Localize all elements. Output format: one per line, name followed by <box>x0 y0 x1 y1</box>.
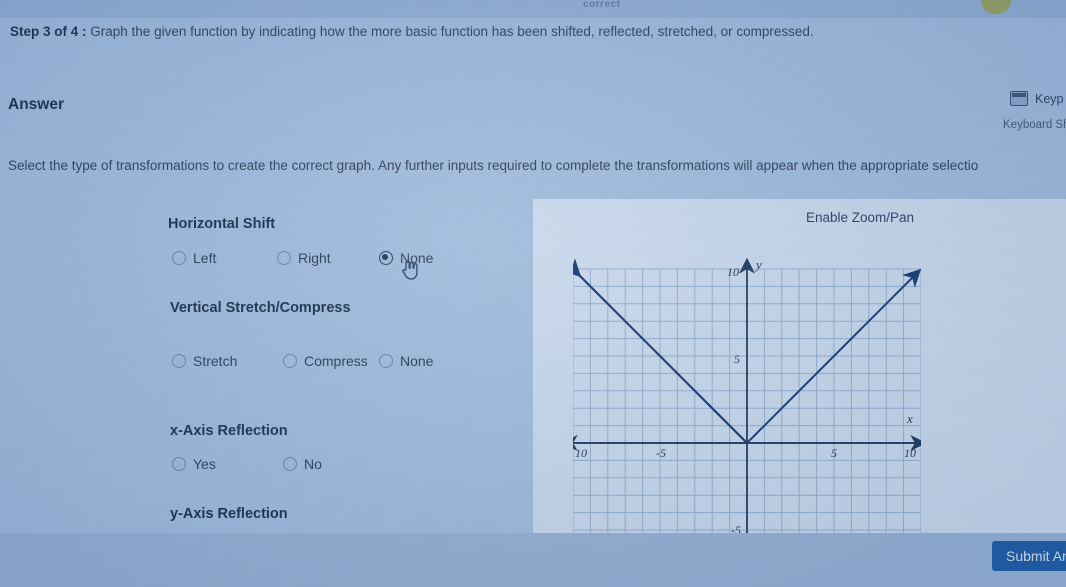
radio-x-yes-icon[interactable] <box>172 457 186 471</box>
group-title-y-axis-reflection: y-Axis Reflection <box>170 506 288 522</box>
radio-label-x-yes: Yes <box>193 456 216 472</box>
axis-label-x: x <box>906 411 913 426</box>
axis-label-y: y <box>754 257 762 272</box>
radio-label-left: Left <box>193 250 217 266</box>
curve-right-branch <box>746 268 921 444</box>
top-strip <box>0 0 1066 18</box>
radio-left-icon[interactable] <box>172 251 186 265</box>
tick-x-neg5: -5 <box>656 446 666 460</box>
radio-option-compress[interactable]: Compress <box>283 353 379 369</box>
coordinate-plot[interactable]: 10 -5 5 10 10 5 -5 x y <box>573 251 921 533</box>
radio-option-right[interactable]: Right <box>277 250 379 266</box>
radio-option-stretch[interactable]: Stretch <box>172 353 283 369</box>
group-title-horizontal-shift: Horizontal Shift <box>168 216 276 232</box>
step-label: Step 3 of 4 : <box>10 24 87 39</box>
radio-right-icon[interactable] <box>277 251 291 265</box>
graph-panel[interactable]: 10 -5 5 10 10 5 -5 x y <box>533 199 1066 533</box>
instruction-text: Select the type of transformations to cr… <box>8 158 979 173</box>
tick-y-10: 10 <box>727 265 739 279</box>
tick-x-10: 10 <box>904 446 916 460</box>
radio-label-stretch: Stretch <box>193 353 238 369</box>
radio-none-horizontal-icon[interactable] <box>379 251 393 265</box>
graph-svg: 10 -5 5 10 10 5 -5 x y <box>573 257 921 533</box>
radio-label-none-vertical: None <box>400 353 434 369</box>
footer-band <box>0 533 1066 587</box>
keyboard-icon <box>1010 91 1028 106</box>
radio-x-no-icon[interactable] <box>283 457 297 471</box>
step-question: Step 3 of 4 : Graph the given function b… <box>10 24 1060 39</box>
radio-compress-icon[interactable] <box>283 354 297 368</box>
radio-label-x-no: No <box>304 456 322 472</box>
cutoff-top-text: correct <box>583 0 621 10</box>
tick-x-neg10: 10 <box>575 446 587 460</box>
radio-stretch-icon[interactable] <box>172 354 186 368</box>
page-title: Answer <box>8 96 64 113</box>
enable-zoom-pan-toggle[interactable]: Enable Zoom/Pan <box>806 210 914 225</box>
keypad-label: Keyp <box>1035 91 1064 106</box>
radio-option-left[interactable]: Left <box>172 250 277 266</box>
screenshot-root: correct Step 3 of 4 : Graph the given fu… <box>0 0 1066 587</box>
radio-option-none-vertical[interactable]: None <box>379 353 433 369</box>
radio-option-x-no[interactable]: No <box>283 456 322 472</box>
radio-group-vertical-stretch: Stretch Compress None <box>172 353 433 369</box>
group-title-x-axis-reflection: x-Axis Reflection <box>170 423 288 439</box>
radio-label-compress: Compress <box>304 353 368 369</box>
radio-label-right: Right <box>298 250 331 266</box>
tick-y-5: 5 <box>734 352 740 366</box>
group-title-vertical-stretch: Vertical Stretch/Compress <box>170 300 351 316</box>
curve-left-seg <box>576 272 748 444</box>
radio-none-vertical-icon[interactable] <box>379 354 393 368</box>
tick-y-neg5: -5 <box>731 523 741 533</box>
keyboard-shortcuts-link[interactable]: Keyboard Shor <box>1003 119 1066 131</box>
radio-option-x-yes[interactable]: Yes <box>172 456 283 472</box>
mouse-cursor-hand-icon <box>402 260 418 280</box>
radio-group-x-axis-reflection: Yes No <box>172 456 322 472</box>
step-text: Graph the given function by indicating h… <box>90 24 814 39</box>
submit-answer-button[interactable]: Submit An <box>992 541 1066 571</box>
tick-x-5: 5 <box>831 446 837 460</box>
radio-group-horizontal-shift: Left Right None <box>172 250 433 266</box>
keypad-button[interactable]: Keyp <box>1010 91 1064 106</box>
